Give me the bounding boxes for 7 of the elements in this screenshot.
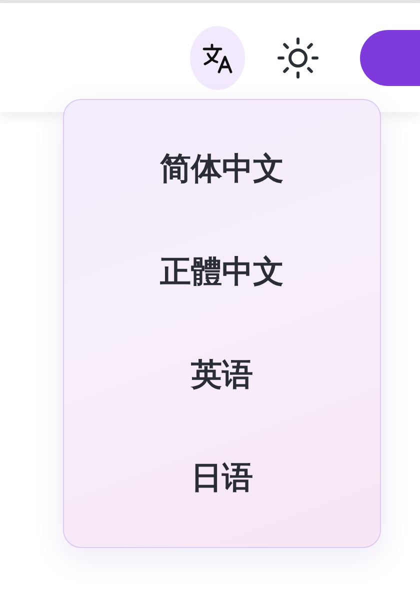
menu-item[interactable]: 英语 <box>175 346 269 404</box>
theme-button[interactable] <box>277 36 319 80</box>
menu-item[interactable]: 正體中文 <box>144 243 300 302</box>
menu-item[interactable]: 简体中文 <box>144 140 300 198</box>
menu-item[interactable]: 日语 <box>175 448 269 507</box>
pill-button[interactable] <box>360 30 420 86</box>
sun-icon <box>277 36 319 78</box>
